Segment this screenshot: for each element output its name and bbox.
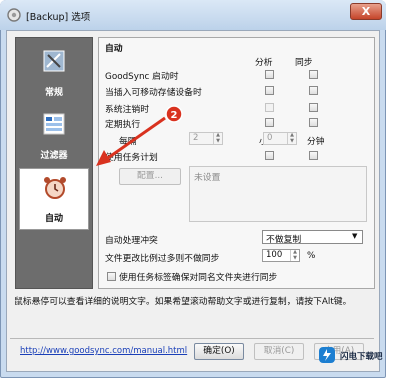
annotation-number: 2 xyxy=(171,110,178,121)
annotation-arrow-shaft xyxy=(104,116,166,162)
watermark-text: 闪电下载吧 xyxy=(340,352,383,362)
footer-divider xyxy=(10,338,374,339)
help-text: 鼠标悬停可以查看详细的说明文字。如果希望滚动帮助文字或进行复制，请按下Alt键。 xyxy=(14,297,352,307)
ok-button[interactable]: 确定(O) xyxy=(194,343,244,360)
cancel-button[interactable]: 取消(C) xyxy=(254,343,304,360)
manual-link[interactable]: http://www.goodsync.com/manual.html xyxy=(20,346,187,356)
watermark-logo-icon xyxy=(319,347,335,363)
watermark: 闪电下载吧 xyxy=(318,344,390,366)
help-text-area: 鼠标悬停可以查看详细的说明文字。如果希望滚动帮助文字或进行复制，请按下Alt键。 xyxy=(12,292,376,334)
